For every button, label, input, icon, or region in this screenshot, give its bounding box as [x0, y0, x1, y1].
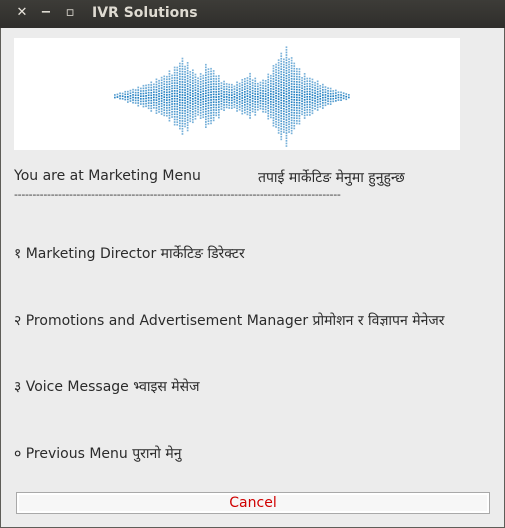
- banner-image: [14, 38, 460, 150]
- close-icon[interactable]: ✕: [14, 5, 30, 21]
- sound-wave-icon: [114, 46, 350, 147]
- menu-item-marketing-director: १ Marketing Director मार्केटिङ डिरेक्टर: [14, 246, 245, 262]
- menu-item-voice-message: ३ Voice Message भ्वाइस मेसेज: [14, 379, 200, 395]
- maximize-icon[interactable]: ▫: [62, 5, 78, 21]
- menu-heading-nepali: तपाई मार्केटिङ मेनुमा हुनुहुन्छ: [258, 170, 405, 186]
- menu-item-previous-menu: ० Previous Menu पुरानो मेनु: [14, 446, 182, 462]
- title-bar: ✕ − ▫ IVR Solutions: [0, 0, 505, 28]
- minimize-icon[interactable]: −: [38, 5, 54, 21]
- menu-heading: You are at Marketing Menu तपाई मार्केटिङ…: [14, 168, 405, 186]
- window-title: IVR Solutions: [92, 5, 198, 21]
- cancel-button[interactable]: Cancel: [16, 492, 490, 514]
- divider-line: ----------------------------------------…: [14, 188, 341, 201]
- window-border-left: [0, 28, 1, 528]
- menu-heading-english: You are at Marketing Menu: [14, 168, 201, 184]
- menu-item-promotions-manager: २ Promotions and Advertisement Manager प…: [14, 313, 445, 329]
